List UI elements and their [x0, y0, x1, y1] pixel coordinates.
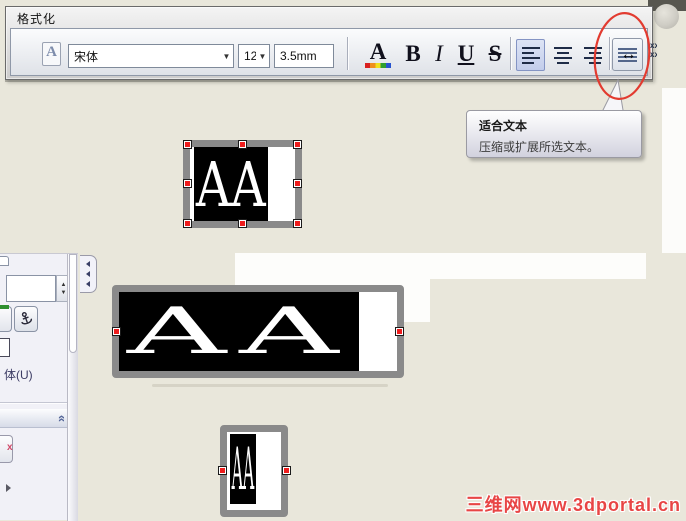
chevron-down-icon[interactable]: ▼ [256, 52, 269, 61]
align-left-button[interactable] [516, 39, 545, 71]
color-rainbow-bar [365, 63, 391, 68]
font-name-value: 宋体 [74, 49, 99, 64]
font-checkbox-label-fragment: 体(U) [4, 368, 33, 382]
font-document-icon: A [41, 42, 63, 67]
resize-handle[interactable] [293, 179, 302, 188]
resize-handle[interactable] [183, 179, 192, 188]
text-content: AA [126, 294, 352, 369]
text-height-value: 3.5mm [280, 49, 317, 63]
textbox-shadow [152, 384, 388, 387]
formatting-toolbar-window: 格式化 A 宋体 ▼ 12 ▼ 3.5mm A B I U S ↔ xx xx [5, 6, 657, 80]
resize-handle[interactable] [293, 219, 302, 228]
resize-handle[interactable] [238, 219, 247, 228]
align-center-button[interactable] [548, 39, 577, 71]
collapse-chevron-icon[interactable]: » [53, 415, 68, 422]
sheet-white-area [662, 88, 686, 253]
highlighted-text-area: AA [119, 292, 359, 371]
tooltip-title: 适合文本 [479, 119, 528, 133]
font-color-button[interactable]: A [357, 37, 399, 71]
left-triangle-icon [86, 261, 90, 267]
panel-scrollbar[interactable] [67, 254, 78, 521]
panel-button-fragment[interactable] [0, 306, 12, 332]
resize-handle[interactable] [395, 327, 404, 336]
property-manager-panel: ▲ ▼ 体(U) » x [0, 253, 78, 521]
resize-handle[interactable] [218, 466, 227, 475]
text-content: AA [231, 435, 255, 503]
text-content: AA [196, 147, 266, 221]
left-triangle-icon [86, 271, 90, 277]
resize-handle[interactable] [183, 140, 192, 149]
fit-text-button[interactable]: ↔ [612, 38, 643, 71]
panel-swatch-fragment [0, 338, 10, 357]
resize-handle[interactable] [238, 140, 247, 149]
resize-handle[interactable] [282, 466, 291, 475]
green-mark [0, 305, 9, 309]
anchor-icon [21, 311, 32, 325]
bold-button[interactable]: B [400, 37, 426, 71]
text-box-normal[interactable]: AA [183, 140, 302, 228]
watermark-text: 三维网www.3dportal.cn [465, 495, 681, 515]
text-height-field[interactable]: 3.5mm [274, 44, 334, 68]
underline-button[interactable]: U [452, 37, 480, 71]
panel-control-fragment [0, 256, 9, 266]
panel-value-input[interactable] [6, 275, 56, 302]
strikethrough-button[interactable]: S [481, 37, 509, 71]
spinner-up-icon[interactable]: ▲ [61, 282, 67, 288]
text-box-expanded[interactable]: AA [112, 285, 404, 378]
spinner-down-icon[interactable]: ▼ [61, 290, 67, 296]
formatting-toolbar: A 宋体 ▼ 12 ▼ 3.5mm A B I U S ↔ xx xx [10, 28, 657, 76]
scrollbar-thumb[interactable] [69, 254, 77, 353]
resize-handle[interactable] [293, 140, 302, 149]
separator [609, 37, 610, 70]
sheet-white-area [235, 253, 646, 279]
anchor-button[interactable] [14, 306, 38, 332]
italic-button[interactable]: I [427, 37, 451, 71]
left-triangle-icon [86, 281, 90, 287]
pink-mark: x [7, 442, 13, 453]
font-name-combobox[interactable]: 宋体 ▼ [68, 44, 234, 68]
stack-button-partial[interactable]: xx xx [650, 41, 657, 69]
separator [347, 37, 348, 70]
resize-handle[interactable] [183, 219, 192, 228]
background-sphere-button [654, 4, 679, 29]
fit-text-arrow-icon: ↔ [620, 46, 637, 63]
separator [510, 37, 511, 70]
chevron-down-icon[interactable]: ▼ [220, 52, 233, 61]
highlighted-text-area: AA [194, 147, 268, 221]
align-right-button[interactable] [578, 39, 607, 71]
flyout-pane-tab[interactable] [80, 255, 97, 293]
tooltip-description: 压缩或扩展所选文本。 [479, 140, 600, 154]
highlighted-text-area: AA [230, 434, 256, 504]
font-size-value: 12 [244, 49, 256, 63]
text-box-compressed[interactable]: AA [220, 425, 288, 517]
fit-text-tooltip: 适合文本 压缩或扩展所选文本。 [466, 110, 642, 158]
resize-handle[interactable] [112, 327, 121, 336]
window-title: 格式化 [17, 12, 57, 26]
font-size-combobox[interactable]: 12 ▼ [238, 44, 270, 68]
small-arrow-icon [6, 484, 11, 492]
